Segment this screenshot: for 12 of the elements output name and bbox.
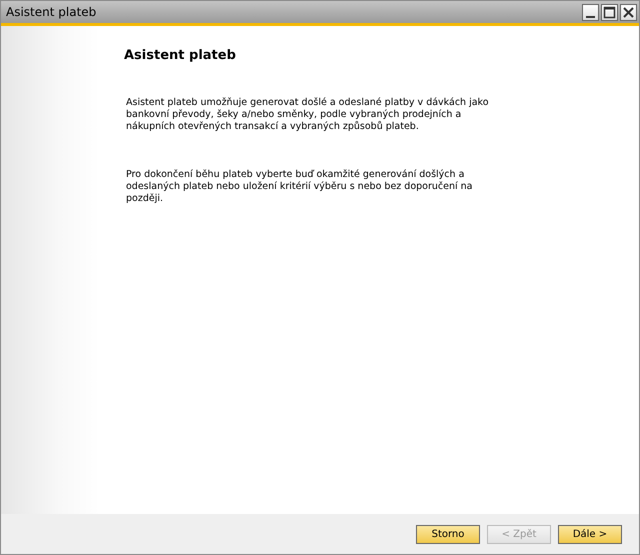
window-title: Asistent plateb bbox=[5, 5, 96, 19]
minimize-icon bbox=[586, 16, 595, 18]
close-icon bbox=[622, 6, 635, 18]
maximize-icon bbox=[603, 6, 616, 18]
description-text: Asistent plateb umožňuje generovat došlé a odeslané platby v dávkách jako bankovní převody, šeky a/nebo směnky, podle vybraných prodejních a nákupních otevřených transakcí a vybraných způsobů plateb. bbox=[126, 97, 490, 133]
description-text: Pro dokončení běhu plateb vyberte buď okamžité generování došlých a odeslaných plateb nebo uložení kritérií výběru s nebo bez doporučení na později. bbox=[126, 169, 474, 205]
maximize-button[interactable] bbox=[601, 4, 618, 20]
close-button[interactable] bbox=[620, 4, 637, 20]
wizard-button[interactable]: Dále > bbox=[558, 524, 622, 544]
wizard-button[interactable]: Storno bbox=[416, 524, 480, 544]
page-heading: Asistent plateb bbox=[124, 48, 237, 63]
minimize-button[interactable] bbox=[582, 4, 599, 20]
